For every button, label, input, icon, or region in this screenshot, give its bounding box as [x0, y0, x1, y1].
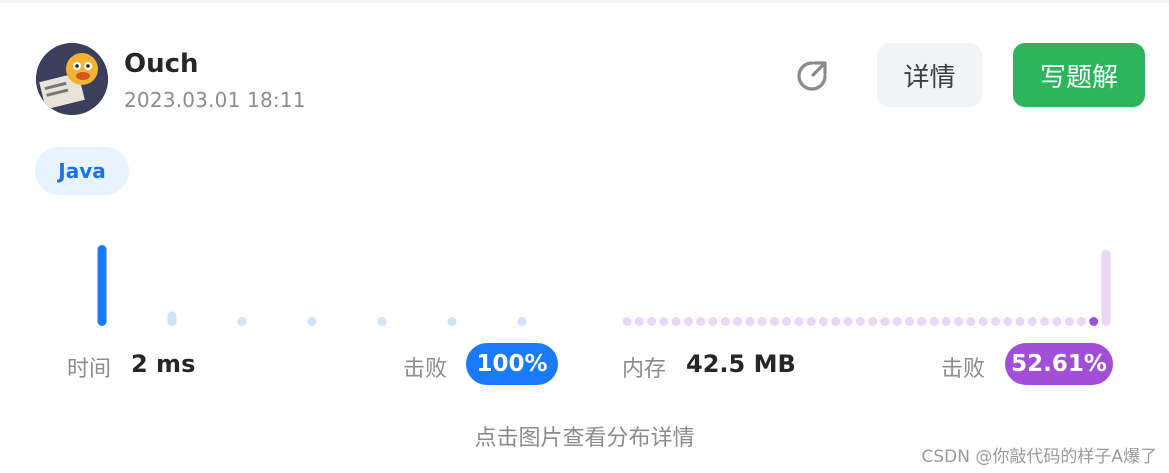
runtime-bar: [97, 245, 107, 326]
memory-bar: [720, 317, 730, 326]
memory-bar: [1089, 317, 1099, 326]
runtime-bar: [167, 311, 177, 326]
runtime-beat-label: 击败: [403, 357, 448, 382]
memory-bar: [659, 317, 669, 326]
memory-bar: [855, 317, 865, 326]
memory-bar: [819, 317, 829, 326]
memory-bar: [696, 317, 706, 326]
memory-bar: [1015, 317, 1025, 326]
distribution-chart[interactable]: [0, 225, 1169, 335]
runtime-bar: [447, 317, 457, 326]
memory-bar: [1064, 317, 1074, 326]
memory-bar: [1040, 317, 1050, 326]
memory-beat-label: 击败: [941, 357, 986, 382]
memory-bar: [954, 317, 964, 326]
memory-bar: [708, 317, 718, 326]
memory-label: 内存: [622, 357, 667, 382]
runtime-bar: [307, 317, 317, 326]
memory-bar: [782, 317, 792, 326]
memory-bar: [892, 317, 902, 326]
memory-bar: [831, 317, 841, 326]
memory-bar: [671, 317, 681, 326]
memory-bar: [1027, 317, 1037, 326]
memory-bar: [745, 317, 755, 326]
share-external-icon: [797, 61, 827, 91]
memory-bar: [941, 317, 951, 326]
share-button[interactable]: [790, 54, 834, 98]
memory-bar: [634, 317, 644, 326]
top-divider: [0, 0, 1169, 3]
memory-bar: [843, 317, 853, 326]
memory-bar: [929, 317, 939, 326]
memory-bar: [683, 317, 693, 326]
runtime-bar: [517, 317, 527, 326]
memory-bar: [733, 317, 743, 326]
memory-bar: [917, 317, 927, 326]
memory-value: 42.5 MB: [686, 350, 796, 378]
memory-bar: [622, 317, 632, 326]
write-solution-button[interactable]: 写题解: [1013, 43, 1145, 107]
memory-bar: [769, 317, 779, 326]
memory-bar: [966, 317, 976, 326]
memory-bar: [1003, 317, 1013, 326]
memory-bar: [1101, 250, 1111, 326]
username[interactable]: Ouch: [124, 49, 199, 79]
memory-bar: [880, 317, 890, 326]
memory-bar: [904, 317, 914, 326]
avatar[interactable]: [36, 43, 108, 115]
details-button[interactable]: 详情: [877, 43, 982, 107]
language-tag[interactable]: Java: [35, 147, 129, 195]
runtime-value: 2 ms: [131, 350, 196, 378]
memory-bar: [1076, 317, 1086, 326]
memory-bar: [868, 317, 878, 326]
memory-bar: [647, 317, 657, 326]
watermark: CSDN @你敲代码的样子A爆了: [921, 447, 1157, 467]
memory-bar: [806, 317, 816, 326]
memory-bar: [978, 317, 988, 326]
memory-beat-badge: 52.61%: [1005, 343, 1113, 385]
memory-bar: [1052, 317, 1062, 326]
memory-bar: [794, 317, 804, 326]
submission-timestamp: 2023.03.01 18:11: [124, 88, 306, 112]
avatar-image: [36, 43, 108, 115]
runtime-bar: [237, 317, 247, 326]
memory-bar: [990, 317, 1000, 326]
runtime-label: 时间: [67, 357, 112, 382]
runtime-bar: [377, 317, 387, 326]
runtime-beat-badge: 100%: [466, 343, 558, 385]
memory-bar: [757, 317, 767, 326]
